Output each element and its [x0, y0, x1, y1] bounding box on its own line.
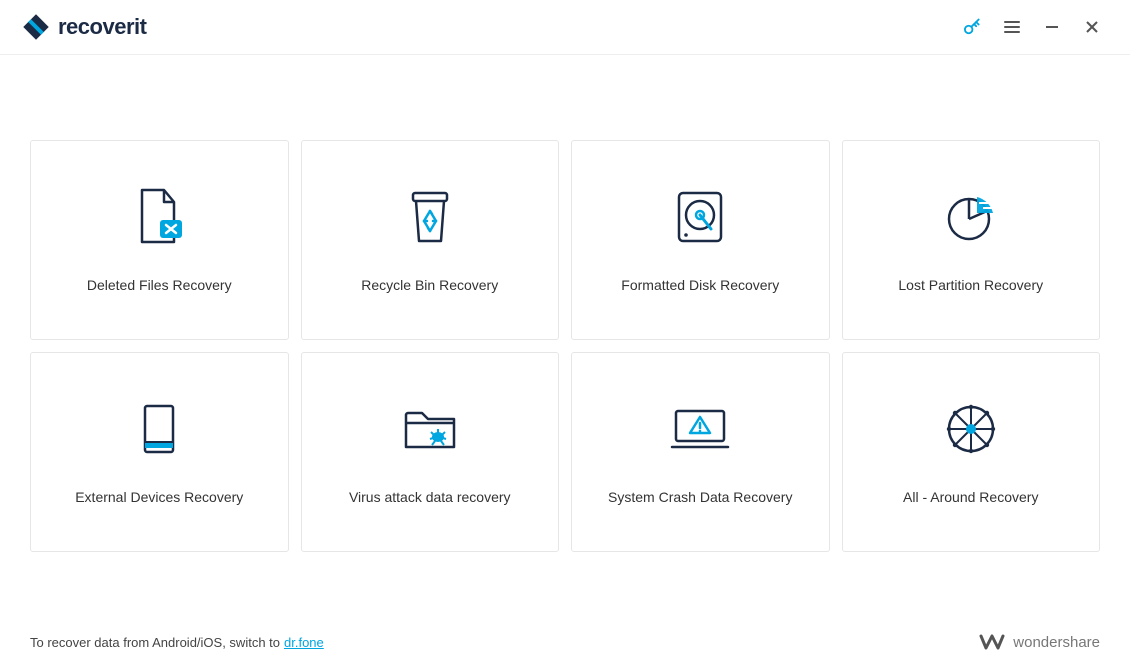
card-virus-attack[interactable]: Virus attack data recovery — [301, 352, 560, 552]
card-label: Virus attack data recovery — [349, 489, 511, 505]
footer-text: To recover data from Android/iOS, switch… — [30, 635, 280, 650]
close-icon — [1084, 19, 1100, 35]
card-recycle-bin[interactable]: Recycle Bin Recovery — [301, 140, 560, 340]
app-window: recoverit — [0, 0, 1130, 666]
hamburger-menu-button[interactable] — [992, 7, 1032, 47]
file-delete-icon — [134, 187, 184, 247]
logo-icon — [22, 13, 50, 41]
card-formatted-disk[interactable]: Formatted Disk Recovery — [571, 140, 830, 340]
card-label: Formatted Disk Recovery — [621, 277, 779, 293]
activate-key-button[interactable] — [952, 7, 992, 47]
key-icon — [962, 17, 982, 37]
card-system-crash[interactable]: System Crash Data Recovery — [571, 352, 830, 552]
wondershare-logo-icon — [979, 632, 1005, 652]
card-label: Lost Partition Recovery — [898, 277, 1043, 293]
disk-icon — [675, 187, 725, 247]
app-name: recoverit — [58, 14, 146, 40]
recycle-bin-icon — [407, 187, 453, 247]
recovery-mode-grid: Deleted Files Recovery — [30, 140, 1100, 552]
minimize-icon — [1044, 19, 1060, 35]
card-label: External Devices Recovery — [75, 489, 243, 505]
footer: To recover data from Android/iOS, switch… — [0, 618, 1130, 666]
close-button[interactable] — [1072, 7, 1112, 47]
minimize-button[interactable] — [1032, 7, 1072, 47]
all-around-icon — [944, 399, 998, 459]
card-label: Recycle Bin Recovery — [361, 277, 498, 293]
menu-icon — [1003, 18, 1021, 36]
drfone-link[interactable]: dr.fone — [284, 635, 324, 650]
card-label: System Crash Data Recovery — [608, 489, 792, 505]
main-content: Deleted Files Recovery — [0, 55, 1130, 552]
partition-icon — [943, 187, 999, 247]
card-lost-partition[interactable]: Lost Partition Recovery — [842, 140, 1101, 340]
card-external-devices[interactable]: External Devices Recovery — [30, 352, 289, 552]
virus-folder-icon — [402, 399, 458, 459]
wondershare-label: wondershare — [1013, 634, 1100, 651]
titlebar: recoverit — [0, 0, 1130, 55]
card-label: All - Around Recovery — [903, 489, 1038, 505]
app-logo: recoverit — [22, 13, 146, 41]
external-device-icon — [139, 399, 179, 459]
card-label: Deleted Files Recovery — [87, 277, 232, 293]
system-crash-icon — [670, 399, 730, 459]
card-deleted-files[interactable]: Deleted Files Recovery — [30, 140, 289, 340]
wondershare-brand: wondershare — [979, 632, 1100, 652]
card-all-around[interactable]: All - Around Recovery — [842, 352, 1101, 552]
